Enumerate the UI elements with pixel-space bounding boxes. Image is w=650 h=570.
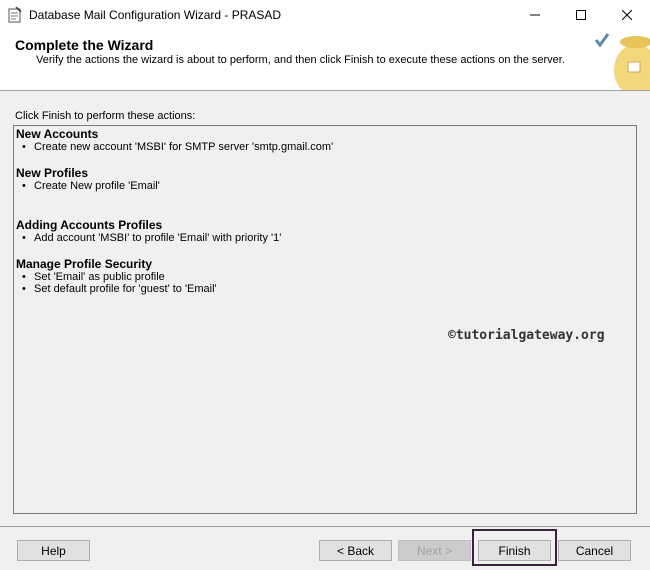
wizard-app-icon (8, 7, 22, 23)
section-heading: Manage Profile Security (16, 257, 153, 271)
section-new-accounts: New Accounts • Create new account 'MSBI' … (16, 127, 334, 154)
list-item: • Add account 'MSBI' to profile 'Email' w… (22, 232, 282, 244)
page-subtitle: Verify the actions the wizard is about t… (36, 54, 565, 66)
watermark: ©tutorialgateway.org (448, 328, 605, 343)
back-button[interactable]: < Back (319, 540, 392, 561)
close-icon (622, 10, 632, 20)
list-item: • Create new account 'MSBI' for SMTP serv… (22, 141, 334, 153)
page-title: Complete the Wizard (15, 37, 154, 53)
cancel-button[interactable]: Cancel (558, 540, 631, 561)
finish-button[interactable]: Finish (478, 540, 551, 561)
separator (0, 526, 650, 527)
list-item: • Create New profile 'Email' (22, 180, 160, 192)
title-bar: Database Mail Configuration Wizard - PRA… (0, 0, 650, 30)
wizard-header: Complete the Wizard Verify the actions t… (0, 30, 650, 91)
section-heading: Adding Accounts Profiles (16, 218, 163, 232)
help-button[interactable]: Help (17, 540, 90, 561)
action-prompt: Click Finish to perform these actions: (15, 110, 196, 122)
window-title: Database Mail Configuration Wizard - PRA… (29, 8, 282, 22)
list-item: • Set 'Email' as public profile (22, 271, 165, 283)
minimize-icon (530, 14, 540, 16)
maximize-icon (576, 10, 586, 20)
section-heading: New Profiles (16, 166, 89, 180)
section-adding-accounts-profiles: Adding Accounts Profiles • Add account 'M… (16, 218, 282, 245)
close-button[interactable] (604, 0, 650, 30)
section-new-profiles: New Profiles • Create New profile 'Email' (16, 166, 160, 193)
maximize-button[interactable] (558, 0, 604, 30)
wizard-banner-icon (594, 33, 650, 90)
next-button[interactable]: Next > (398, 540, 471, 561)
section-heading: New Accounts (16, 127, 99, 141)
list-item: • Set default profile for 'guest' to 'Ema… (22, 283, 217, 295)
actions-list[interactable]: New Accounts • Create new account 'MSBI' … (13, 125, 637, 514)
minimize-button[interactable] (512, 0, 558, 30)
section-manage-profile-security: Manage Profile Security • Set 'Email' as … (16, 257, 217, 296)
